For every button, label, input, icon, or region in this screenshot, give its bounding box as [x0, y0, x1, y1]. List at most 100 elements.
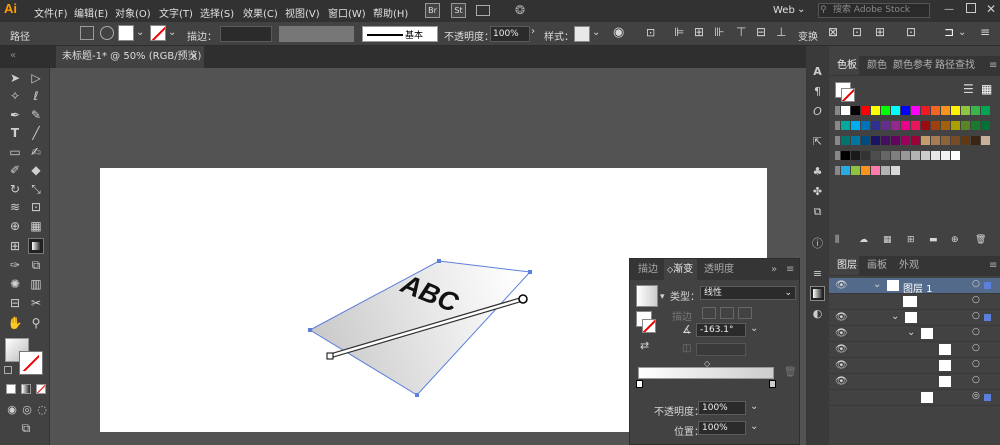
color-swatch[interactable] [891, 106, 900, 115]
color-swatch[interactable] [851, 166, 860, 175]
tab-color[interactable]: 颜色 [867, 56, 887, 75]
color-swatch[interactable] [901, 106, 910, 115]
color-swatch[interactable] [931, 106, 940, 115]
color-swatch[interactable] [861, 136, 870, 145]
tab-stroke[interactable]: 描边 [638, 259, 658, 280]
delete-swatch-icon[interactable]: 🗑 [975, 235, 986, 245]
change-screen-mode-icon[interactable]: ⧉ [18, 420, 34, 436]
expand-icon[interactable]: ⊞ [875, 25, 885, 39]
align-objects-icon[interactable]: ⊡ [646, 26, 655, 39]
menu-object[interactable]: 对象(O) [115, 5, 151, 20]
color-swatch[interactable] [921, 106, 930, 115]
color-swatch[interactable] [841, 166, 850, 175]
stroke-within-icon[interactable] [702, 307, 716, 319]
isolate-group-icon[interactable]: ⊡ [852, 25, 862, 39]
menu-select[interactable]: 选择(S) [200, 5, 234, 20]
paragraph-panel-icon[interactable]: ¶ [810, 84, 825, 99]
color-swatch[interactable] [891, 166, 900, 175]
magic-wand-tool-icon[interactable]: ✧ [7, 88, 23, 104]
color-swatch[interactable] [941, 121, 950, 130]
target-circle-icon[interactable]: ○ [972, 327, 980, 337]
expand-arrow-icon[interactable]: ⌄ [873, 279, 881, 290]
color-swatch[interactable] [981, 121, 990, 130]
color-swatch[interactable] [931, 136, 940, 145]
color-swatch[interactable] [921, 151, 930, 160]
eyedropper-tool-icon[interactable]: ✑ [7, 257, 23, 273]
expand-arrow-icon[interactable]: ⌄ [907, 327, 915, 338]
swatch-kinds-icon[interactable]: ▦ [883, 235, 892, 245]
anchor-point-right[interactable] [528, 270, 532, 274]
target-circle-icon[interactable]: ○ [972, 343, 980, 353]
zoom-tool-icon[interactable]: ⚲ [28, 315, 44, 331]
color-swatch[interactable] [911, 106, 920, 115]
stop-location-chevron-icon[interactable]: ⌄ [750, 421, 758, 432]
layer-row-8[interactable]: ◎ [829, 390, 1000, 406]
color-swatch[interactable] [971, 121, 980, 130]
symbol-sprayer-tool-icon[interactable]: ✺ [7, 276, 23, 292]
color-group-folder-icon[interactable] [835, 151, 840, 160]
draw-behind-icon[interactable]: ◎ [19, 402, 35, 418]
hand-tool-icon[interactable]: ✋ [7, 315, 23, 331]
symbols-panel-icon[interactable]: ♣ [810, 164, 825, 179]
visibility-eye-icon[interactable]: 👁 [835, 360, 848, 371]
tab-color-guide[interactable]: 颜色参考 [893, 56, 933, 75]
close-document-icon[interactable]: × [190, 46, 198, 68]
panel-menu-icon[interactable]: ≡ [786, 259, 794, 280]
color-swatch[interactable] [851, 106, 860, 115]
color-swatch[interactable] [891, 136, 900, 145]
scale-tool-icon[interactable]: ⤡ [28, 181, 44, 197]
color-swatch[interactable] [961, 136, 970, 145]
warp-tool-icon[interactable]: ≋ [7, 199, 23, 215]
visibility-eye-icon[interactable]: 👁 [835, 376, 848, 387]
selection-indicator[interactable] [984, 282, 991, 289]
bridge-button[interactable]: Br [425, 3, 440, 18]
free-transform-tool-icon[interactable]: ⊡ [28, 199, 44, 215]
curvature-tool-icon[interactable]: ✎ [28, 107, 44, 123]
color-mode-icon[interactable] [6, 384, 16, 394]
color-swatch[interactable] [861, 151, 870, 160]
color-swatch[interactable] [841, 106, 850, 115]
arrange-icon[interactable]: ⊐ [944, 25, 954, 39]
artboard-tool-icon[interactable]: ⊟ [7, 295, 23, 311]
menu-window[interactable]: 窗口(W) [328, 5, 366, 20]
direct-selection-tool-icon[interactable]: ▷ [28, 70, 44, 86]
anchor-point-top[interactable] [437, 259, 441, 263]
mesh-tool-icon[interactable]: ⊞ [7, 238, 23, 254]
visibility-eye-icon[interactable]: 👁 [835, 280, 848, 291]
color-group-folder-icon[interactable] [835, 106, 840, 115]
target-icon[interactable] [100, 26, 114, 40]
color-swatch[interactable] [971, 106, 980, 115]
stop-location-field[interactable]: 100% [698, 421, 746, 435]
align-horizontal-center-icon[interactable]: ⊞ [694, 25, 704, 39]
opacity-field[interactable]: 100% [490, 26, 530, 42]
color-swatch[interactable] [901, 151, 910, 160]
type-tool-icon[interactable]: T [7, 125, 23, 141]
export-panel-icon[interactable]: ⇱ [810, 134, 825, 149]
fill-color-swatch[interactable] [118, 25, 134, 41]
minimize-icon[interactable]: — [944, 4, 954, 15]
angle-field[interactable]: -163.1° [696, 323, 746, 337]
layer-row-1[interactable]: 👁 ⌄ 图层 1 ○ [829, 278, 1000, 295]
menu-effect[interactable]: 效果(C) [243, 5, 278, 20]
menu-view[interactable]: 视图(V) [285, 5, 320, 20]
selection-tool-icon[interactable]: ➤ [7, 70, 23, 86]
transparency-panel-icon[interactable]: ◐ [810, 306, 825, 321]
gradient-panel-icon[interactable] [810, 286, 825, 301]
stroke-along-icon[interactable] [720, 307, 734, 319]
layer-row-4[interactable]: 👁 ⌄ ○ [829, 326, 1000, 342]
color-swatch[interactable] [851, 151, 860, 160]
align-vertical-center-icon[interactable]: ⊟ [756, 25, 766, 39]
none-mode-icon[interactable] [36, 384, 46, 394]
opacity-arrow-icon[interactable]: › [531, 26, 535, 37]
tab-swatches[interactable]: 色板 [829, 56, 859, 75]
color-swatch[interactable] [871, 151, 880, 160]
color-swatch[interactable] [951, 121, 960, 130]
paintbrush-tool-icon[interactable]: ✍ [28, 144, 44, 160]
maximize-icon[interactable] [966, 3, 976, 13]
control-bar-menu-icon[interactable]: ≡ [980, 25, 990, 39]
selection-indicator[interactable] [984, 394, 991, 401]
links-panel-icon[interactable]: ⧉ [810, 204, 825, 219]
align-top-icon[interactable]: ⊤ [736, 25, 746, 39]
visibility-eye-icon[interactable]: 👁 [835, 344, 848, 355]
workspace-switcher[interactable]: Web [773, 5, 795, 16]
